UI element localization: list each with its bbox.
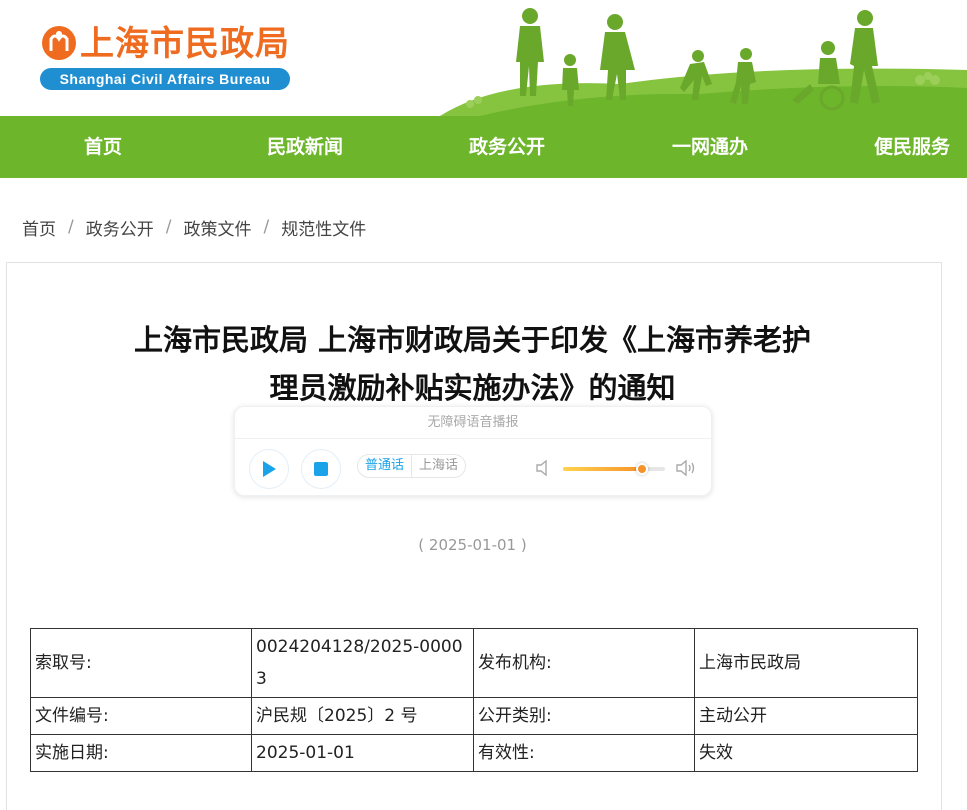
logo-chinese-name: 上海市民政局 bbox=[80, 24, 290, 64]
breadcrumb-policy-documents[interactable]: 政策文件 bbox=[183, 215, 251, 240]
table-row: 文件编号: 沪民规〔2025〕2 号 公开类别: 主动公开 bbox=[30, 697, 918, 735]
accessibility-audio-player: 无障碍语音播报 普通话 上海话 bbox=[234, 406, 712, 496]
info-label-effective-date: 实施日期: bbox=[30, 734, 252, 772]
nav-item-public-services[interactable]: 便民服务 bbox=[874, 116, 950, 178]
breadcrumb: 首页 / 政务公开 / 政策文件 / 规范性文件 bbox=[22, 214, 366, 240]
nav-item-home[interactable]: 首页 bbox=[84, 116, 122, 178]
breadcrumb-home[interactable]: 首页 bbox=[22, 215, 56, 240]
info-label-disclosure-category: 公开类别: bbox=[473, 697, 695, 735]
player-title: 无障碍语音播报 bbox=[235, 407, 711, 439]
breadcrumb-normative-documents[interactable]: 规范性文件 bbox=[281, 215, 366, 240]
page-title-line-2: 理员激励补贴实施办法》的通知 bbox=[269, 371, 676, 405]
site-header: 上海市民政局 Shanghai Civil Affairs Bureau bbox=[0, 0, 967, 116]
lang-shanghainese-option[interactable]: 上海话 bbox=[411, 455, 465, 477]
volume-slider-knob[interactable] bbox=[635, 463, 648, 475]
info-label-index-number: 索取号: bbox=[30, 628, 252, 698]
bureau-logo-icon bbox=[42, 26, 76, 60]
info-value-validity: 失效 bbox=[694, 734, 918, 772]
volume-low-icon[interactable] bbox=[535, 459, 553, 477]
play-icon bbox=[263, 461, 276, 477]
document-info-table: 索取号: 0024204128/2025-00003 发布机构: 上海市民政局 … bbox=[30, 628, 918, 772]
dialect-toggle: 普通话 上海话 bbox=[357, 454, 467, 478]
volume-slider[interactable] bbox=[563, 463, 665, 475]
info-value-effective-date: 2025-01-01 bbox=[251, 734, 474, 772]
info-value-index-number: 0024204128/2025-00003 bbox=[251, 628, 474, 698]
stop-icon bbox=[314, 462, 328, 476]
volume-slider-fill bbox=[563, 467, 642, 471]
info-label-document-number: 文件编号: bbox=[30, 697, 252, 735]
breadcrumb-separator: / bbox=[263, 217, 270, 237]
lang-mandarin-option[interactable]: 普通话 bbox=[358, 455, 411, 477]
stop-button[interactable] bbox=[301, 449, 341, 489]
play-button[interactable] bbox=[249, 449, 289, 489]
publish-date: ( 2025-01-01 ) bbox=[418, 536, 527, 554]
info-value-issuing-agency: 上海市民政局 bbox=[694, 628, 918, 698]
site-logo[interactable]: 上海市民政局 Shanghai Civil Affairs Bureau bbox=[40, 22, 300, 92]
page-title-line-1: 上海市民政局 上海市财政局关于印发《上海市养老护 bbox=[133, 323, 812, 357]
page-title: 上海市民政局 上海市财政局关于印发《上海市养老护 理员激励补贴实施办法》的通知 bbox=[0, 316, 945, 412]
nav-item-news[interactable]: 民政新闻 bbox=[267, 116, 343, 178]
table-row: 索取号: 0024204128/2025-00003 发布机构: 上海市民政局 bbox=[30, 628, 918, 698]
info-label-issuing-agency: 发布机构: bbox=[473, 628, 695, 698]
breadcrumb-government-affairs[interactable]: 政务公开 bbox=[86, 215, 154, 240]
main-nav: 首页 民政新闻 政务公开 一网通办 便民服务 bbox=[0, 116, 967, 178]
volume-high-icon[interactable] bbox=[675, 459, 697, 477]
logo-english-name: Shanghai Civil Affairs Bureau bbox=[40, 68, 290, 90]
family-silhouette-banner bbox=[440, 8, 967, 116]
info-value-disclosure-category: 主动公开 bbox=[694, 697, 918, 735]
table-row: 实施日期: 2025-01-01 有效性: 失效 bbox=[30, 734, 918, 772]
info-label-validity: 有效性: bbox=[473, 734, 695, 772]
nav-item-government-affairs[interactable]: 政务公开 bbox=[469, 116, 545, 178]
breadcrumb-separator: / bbox=[68, 217, 74, 237]
breadcrumb-separator: / bbox=[165, 217, 172, 237]
nav-item-online-services[interactable]: 一网通办 bbox=[672, 116, 748, 178]
info-value-document-number: 沪民规〔2025〕2 号 bbox=[251, 697, 474, 735]
